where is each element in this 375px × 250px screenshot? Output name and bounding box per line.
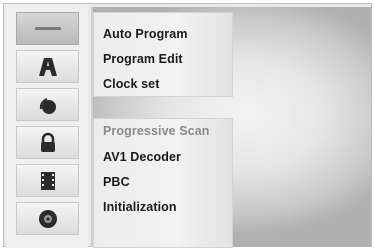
sidebar-item-disc[interactable] [16, 202, 79, 235]
sidebar-item-general[interactable] [16, 12, 79, 45]
menu-item-av1-decoder[interactable]: AV1 Decoder [103, 150, 181, 164]
menu-item-pbc[interactable]: PBC [103, 175, 130, 189]
sidebar-item-audio[interactable] [16, 88, 79, 121]
menu-item-clock-set[interactable]: Clock set [103, 77, 159, 91]
disc-icon [38, 209, 57, 228]
lock-icon [40, 132, 55, 152]
menu-item-initialization[interactable]: Initialization [103, 200, 177, 214]
general-icon [34, 27, 61, 30]
audio-icon [39, 97, 56, 114]
menu-item-program-edit[interactable]: Program Edit [103, 52, 183, 66]
recording-icon [40, 171, 55, 190]
sidebar-item-recording[interactable] [16, 164, 79, 197]
language-icon [38, 57, 57, 76]
menu-item-progressive-scan: Progressive Scan [103, 124, 210, 138]
sidebar-item-lock[interactable] [16, 126, 79, 159]
category-sidebar [6, 4, 88, 248]
menu-item-auto-program[interactable]: Auto Program [103, 27, 188, 41]
sidebar-item-language[interactable] [16, 50, 79, 83]
